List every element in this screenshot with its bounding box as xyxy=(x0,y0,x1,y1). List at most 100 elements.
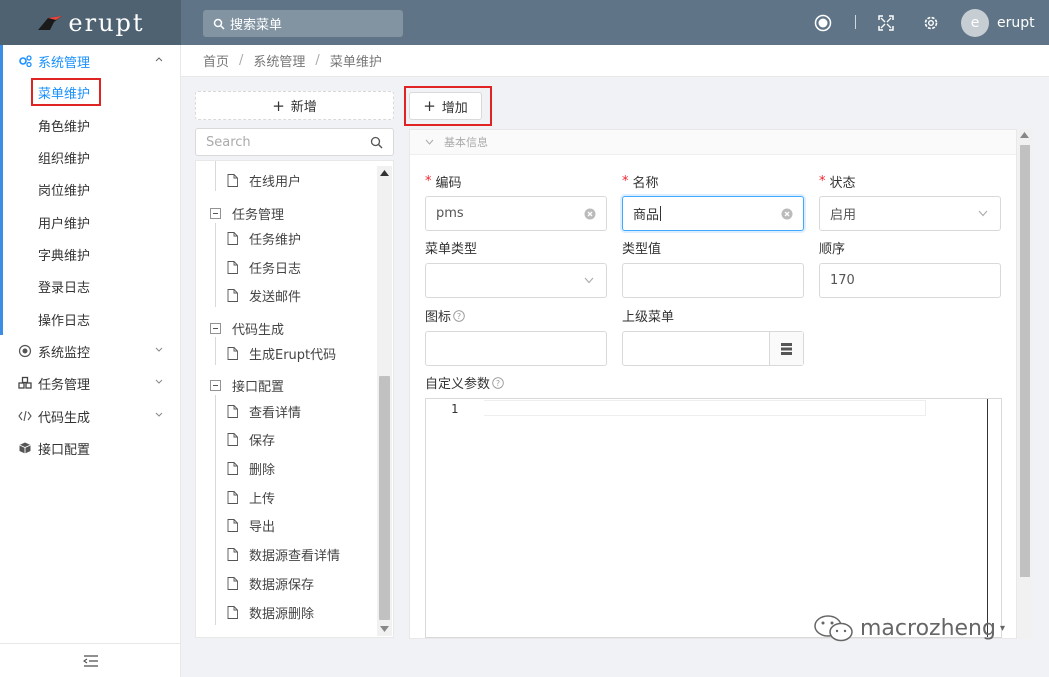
sidebar-group-label: 接口配置 xyxy=(38,442,91,458)
sidebar-item-role[interactable]: 角色维护 xyxy=(38,111,90,139)
icon-label: 图标 ? xyxy=(425,306,465,325)
tree-node-label: 数据源保存 xyxy=(249,577,315,593)
tree-leaf-node[interactable]: 数据源删除 xyxy=(227,601,314,623)
sidebar-group-api-config[interactable]: 接口配置 xyxy=(0,432,181,464)
tree-leaf-node[interactable]: 在线用户 xyxy=(227,169,301,191)
status-select[interactable]: 启用 xyxy=(819,196,1001,231)
file-icon xyxy=(227,260,238,274)
name-label-text: 名称 xyxy=(632,176,659,191)
tree-scrollbar[interactable] xyxy=(377,166,392,636)
scroll-up-icon[interactable] xyxy=(1020,132,1029,138)
text-cursor xyxy=(660,206,662,221)
dropdown-arrow-icon: ▾ xyxy=(999,622,1005,634)
tree-leaf-node[interactable]: 任务日志 xyxy=(227,256,301,278)
chevron-down-icon xyxy=(978,210,988,217)
new-button-label: 新增 xyxy=(290,100,317,115)
menu-type-label: 菜单类型 xyxy=(425,242,478,257)
tree-folder-node[interactable]: 代码生成 xyxy=(210,317,284,339)
section-header[interactable]: 基本信息 xyxy=(410,130,1016,155)
page-scrollbar-thumb[interactable] xyxy=(1020,145,1030,577)
logo[interactable]: erupt xyxy=(0,0,181,45)
settings-icon[interactable] xyxy=(922,14,940,32)
sidebar-group-monitor[interactable]: 系统监控 xyxy=(0,335,181,367)
current-line-highlight xyxy=(484,400,926,416)
sidebar-item-post[interactable]: 岗位维护 xyxy=(38,175,90,203)
menu-search-input[interactable]: 搜索菜单 xyxy=(203,10,403,37)
tree-leaf-node[interactable]: 数据源保存 xyxy=(227,572,314,594)
tree-leaf-node[interactable]: 上传 xyxy=(227,486,275,508)
collapse-icon[interactable] xyxy=(210,322,221,334)
tree-node-label: 任务管理 xyxy=(232,207,285,223)
breadcrumb-home[interactable]: 首页 xyxy=(203,51,229,70)
chevron-down-icon xyxy=(155,379,163,384)
tree-search-input[interactable]: Search xyxy=(195,128,394,156)
type-value-label: 类型值 xyxy=(622,242,662,257)
wechat-icon xyxy=(814,615,853,642)
tree-node-label: 接口配置 xyxy=(232,379,285,395)
tree-leaf-node[interactable]: 导出 xyxy=(227,514,275,536)
tree-node-label: 查看详情 xyxy=(249,405,302,421)
new-button[interactable]: + 新增 xyxy=(195,91,394,120)
name-field-value: 商品 xyxy=(633,208,660,223)
order-field-value: 170 xyxy=(830,273,855,288)
icon-field[interactable] xyxy=(425,331,607,366)
tree-leaf-node[interactable]: 生成Erupt代码 xyxy=(227,342,336,364)
tree-folder-node[interactable]: 任务管理 xyxy=(210,202,284,224)
sidebar-group-label: 代码生成 xyxy=(38,410,91,426)
cubes-icon xyxy=(18,376,32,389)
parent-menu-picker-button[interactable] xyxy=(769,332,803,365)
order-field[interactable]: 170 xyxy=(819,263,1001,298)
menu-type-select[interactable] xyxy=(425,263,607,298)
collapse-icon[interactable] xyxy=(210,379,221,391)
tree-leaf-node[interactable]: 保存 xyxy=(227,428,275,450)
breadcrumb-system[interactable]: 系统管理 xyxy=(253,51,305,70)
help-icon[interactable]: ? xyxy=(453,309,465,322)
record-icon[interactable] xyxy=(814,14,832,32)
sidebar-group-label: 任务管理 xyxy=(38,377,91,393)
file-icon xyxy=(227,404,238,418)
code-field-value: pms xyxy=(436,206,464,221)
sidebar-item-operation-log[interactable]: 操作日志 xyxy=(38,305,90,333)
chevron-down-icon xyxy=(155,347,163,352)
clear-icon[interactable] xyxy=(781,208,793,220)
plus-icon: + xyxy=(272,96,285,115)
scroll-down-icon[interactable] xyxy=(380,626,389,632)
sidebar-group-system-management[interactable]: 系统管理 xyxy=(0,45,181,77)
tree-leaf-node[interactable]: 删除 xyxy=(227,457,275,479)
custom-params-editor[interactable]: 1 xyxy=(425,398,1002,638)
scroll-up-icon[interactable] xyxy=(380,170,389,176)
help-icon[interactable]: ? xyxy=(492,376,504,389)
chevron-down-icon xyxy=(584,277,594,284)
code-field[interactable]: pms xyxy=(425,196,607,231)
tree-leaf-node[interactable]: 任务维护 xyxy=(227,227,301,249)
sidebar-item-dict[interactable]: 字典维护 xyxy=(38,240,90,268)
tree-node-label: 保存 xyxy=(249,433,276,449)
sidebar-group-codegen[interactable]: 代码生成 xyxy=(0,400,181,432)
code-label: * 编码 xyxy=(425,172,462,191)
page-scrollbar[interactable] xyxy=(1018,129,1032,639)
tree-leaf-node[interactable]: 发送邮件 xyxy=(227,284,301,306)
fullscreen-icon[interactable] xyxy=(877,14,895,32)
collapse-icon[interactable] xyxy=(210,207,221,219)
tree-leaf-node[interactable]: 数据源查看详情 xyxy=(227,543,340,565)
sidebar-collapse-button[interactable] xyxy=(0,643,181,677)
search-icon xyxy=(213,18,225,30)
sidebar-item-user[interactable]: 用户维护 xyxy=(38,208,90,236)
tree-folder-node[interactable]: 接口配置 xyxy=(210,374,284,396)
tree-leaf-node[interactable]: 查看详情 xyxy=(227,400,301,422)
name-label: * 名称 xyxy=(622,172,659,191)
parent-menu-field[interactable] xyxy=(622,331,804,366)
sidebar-item-org[interactable]: 组织维护 xyxy=(38,143,90,171)
tree-scrollbar-thumb[interactable] xyxy=(379,376,390,620)
sidebar-group-task[interactable]: 任务管理 xyxy=(0,367,181,399)
name-field[interactable]: 商品 xyxy=(622,196,804,231)
clear-icon[interactable] xyxy=(584,208,596,220)
avatar[interactable]: e xyxy=(961,9,989,37)
editor-minimap[interactable] xyxy=(987,399,1001,637)
sidebar-item-login-log[interactable]: 登录日志 xyxy=(38,272,90,300)
tree-guide-line xyxy=(215,161,216,191)
username[interactable]: erupt xyxy=(997,15,1035,31)
sidebar-active-accent xyxy=(0,45,3,335)
breadcrumb-separator: / xyxy=(239,53,244,68)
type-value-field[interactable] xyxy=(622,263,804,298)
